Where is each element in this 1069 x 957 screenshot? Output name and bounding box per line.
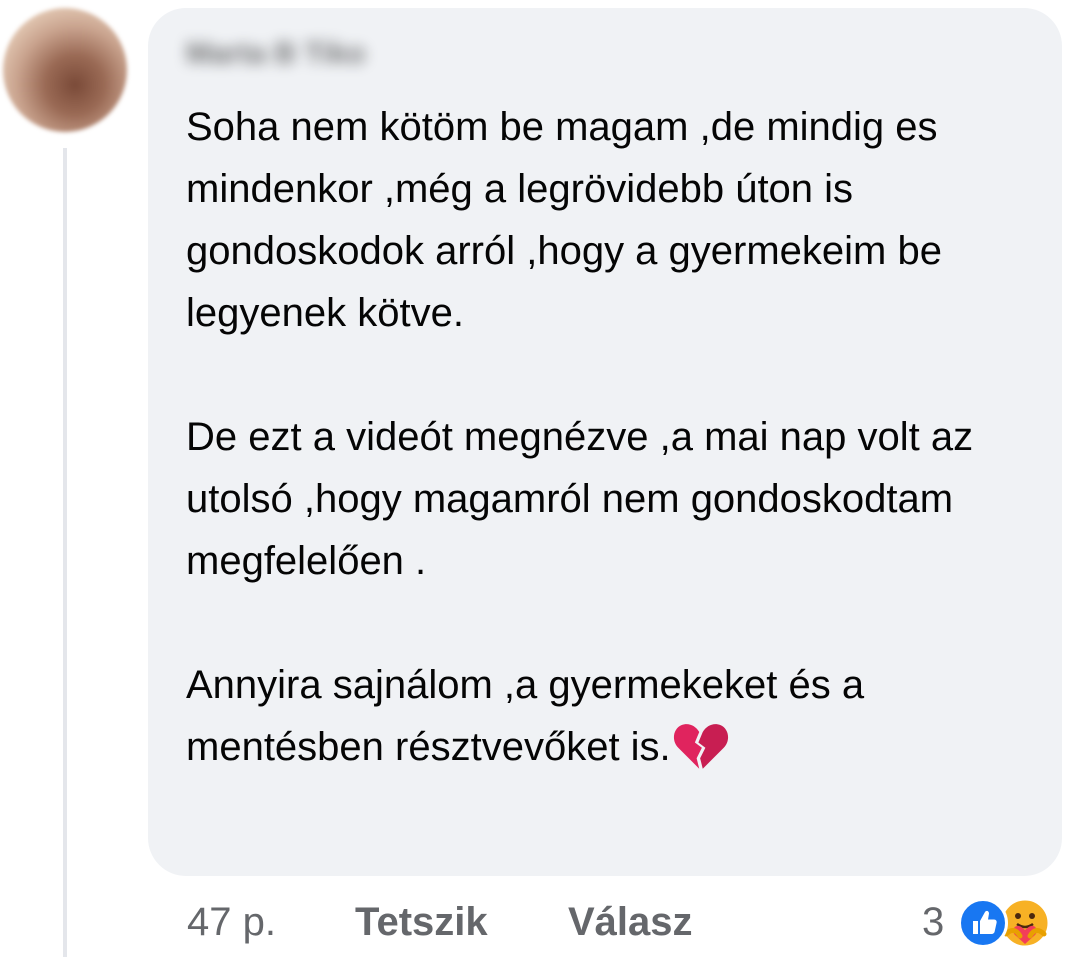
reaction-count[interactable]: 3 [922,892,944,952]
comment-text: Soha nem kötöm be magam ,de mindig es mi… [186,96,1046,778]
comment-paragraph: De ezt a videót megnézve ,a mai nap volt… [186,415,974,583]
avatar[interactable] [3,8,127,132]
like-reaction-icon [958,898,1008,948]
comment-paragraph: Annyira sajnálom ,a gyermekeket és a men… [186,654,1046,778]
reply-button[interactable]: Válasz [568,892,693,952]
comment-paragraph: Soha nem kötöm be magam ,de mindig es mi… [186,105,942,335]
broken-heart-icon [673,724,728,769]
comment-paragraph-text: Annyira sajnálom ,a gyermekeket és a men… [186,663,865,769]
reactions-summary[interactable] [958,894,1058,950]
comment-timestamp[interactable]: 47 p. [187,892,276,952]
thread-line [63,148,67,957]
comment-author-name[interactable]: Marta B Tiko [186,34,468,74]
like-button[interactable]: Tetszik [355,892,488,952]
